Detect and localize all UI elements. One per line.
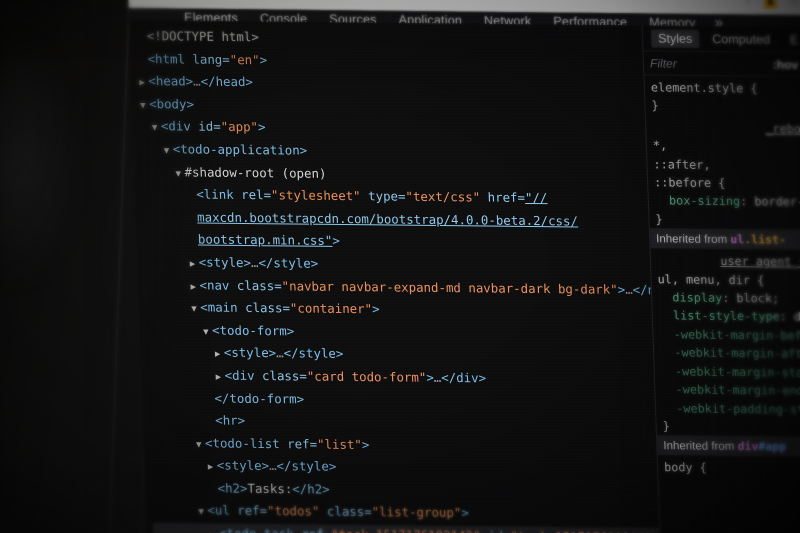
dom-tree-line-text: <todo-form> [211,322,295,339]
css-declaration[interactable]: -webkit-margin-before: 1em; [659,325,800,345]
styles-filter-input[interactable]: Filter [650,56,677,70]
dom-tree-line-text: maxcdn.bootstrapcdn.com/bootstrap/4.0.0-… [196,209,579,229]
inherited-from-header: Inherited from ul.list- [649,228,800,251]
css-property[interactable]: -webkit-margin-after [674,346,800,361]
css-selector[interactable]: ul, menu, dir { [657,270,800,290]
screen-glow [0,30,80,290]
css-declaration[interactable]: -webkit-margin-end: 0px; [661,380,800,400]
inherited-element[interactable]: div [737,439,758,453]
inherited-label: Inherited from [655,233,731,247]
dom-tree-line-text: <todo-list ref="list"> [204,435,370,452]
inherited-from-header: Inherited from div#app [657,435,800,458]
styles-filter-bar[interactable]: Filter :hov .cls [643,51,800,78]
dom-tree-line-text: </todo-form> [214,390,305,406]
css-value[interactable]: : block; [722,291,779,306]
css-rule[interactable]: _reboot.s *, ::after, ::before { box-sizi… [646,115,800,230]
css-property[interactable]: -webkit-margin-end [675,382,800,397]
styles-tab-bar[interactable]: Styles Computed E [642,25,800,54]
dom-tree-line-text: <todo-task ref="task-1517176192142" id="… [219,525,661,533]
css-rule[interactable]: element.style {} [644,75,800,117]
css-declaration[interactable]: display: block; [658,288,800,308]
css-property[interactable]: -webkit-padding-start [676,401,800,417]
css-declaration[interactable]: list-style-type: d [659,307,800,327]
css-selector[interactable]: element.style { [651,78,800,98]
css-rule-close: } [655,212,663,227]
styles-tab-e[interactable]: E [783,30,800,48]
dom-tree-line-text: <h2>Tasks:</h2> [217,480,330,497]
dom-tree-line-text: <style>…</style> [216,457,337,474]
dom-tree-line-text: <div class="card todo-form">…</div> [224,367,487,386]
dom-tree-line-text: <link rel="stylesheet" type="text/css" h… [196,186,548,206]
css-selector[interactable]: *, ::after, ::before { [653,137,800,194]
dom-tree-line-text: <body> [148,95,195,112]
styles-tab-computed[interactable]: Computed [705,30,777,49]
dom-tree-line-text: <div id="app"> [160,118,266,135]
dom-tree-line-text: <ul ref="todos" class="list-group"> [207,502,470,521]
dom-tree-line-text: <todo-application> [172,141,308,158]
styles-tab-styles[interactable]: Styles [650,28,700,48]
styles-toggles[interactable]: :hov .cls [773,57,800,72]
styles-panel[interactable]: Styles Computed E Filter :hov .cls element… [641,25,800,533]
dom-tree-line-text: <!DOCTYPE html> [146,28,260,45]
css-value[interactable]: : border-box; [740,195,800,210]
css-property[interactable]: display [672,290,722,305]
css-property[interactable]: list-style-type [673,309,780,324]
dom-tree-line-text: bootstrap.min.css"> [197,231,341,249]
dom-tree-line-text: <hr> [214,412,246,428]
inherited-class[interactable]: .list- [744,232,786,246]
inherited-label: Inherited from [663,440,738,454]
dom-tree-line-text: <nav class="navbar navbar-expand-md navb… [199,276,661,297]
css-value[interactable]: : d [779,310,800,324]
dom-tree-line-text: <head>…</head> [148,73,254,90]
cast-icon[interactable]: ❐ [786,0,799,9]
dom-tree-line-text: <style>…</style> [223,344,344,362]
monitor-photo: ☆ ■ ❐ Elements Console Sources Application N… [0,0,800,533]
hov-toggle-button[interactable]: :hov [773,57,799,71]
dom-tree-line-text: <style>…</style> [198,254,319,271]
css-rule[interactable]: user agent styleul, menu, dir { display:… [650,248,800,437]
css-property[interactable]: -webkit-margin-before [673,327,800,343]
bookmark-star-icon[interactable]: ☆ [742,0,755,9]
browser-window: ☆ ■ ❐ Elements Console Sources Application N… [128,0,800,533]
css-rule-source[interactable]: _reboot.s [652,118,800,138]
css-property[interactable]: box-sizing [669,194,741,209]
styles-rules-list[interactable]: element.style {} _reboot.s *, ::after, ::b… [644,75,800,478]
extension-icon[interactable]: ■ [763,0,778,9]
css-rule-close: } [651,98,659,113]
dom-tree-line-text: <html lang="en"> [147,50,268,67]
css-declaration[interactable]: -webkit-padding-start: 40px; [662,399,800,419]
css-declaration[interactable]: box-sizing: border-box; [655,192,800,212]
dom-tree-line-text: <main class="container"> [199,299,380,317]
css-declaration[interactable]: -webkit-margin-start: 0px; [660,362,800,382]
browser-toolbar-icons: ☆ ■ ❐ [742,0,800,9]
inherited-id[interactable]: #app [758,439,786,453]
css-declaration[interactable]: -webkit-margin-after: 1em; [660,344,800,364]
dom-tree-line-text: #shadow-root (open) [184,163,327,181]
css-rule[interactable]: body { [658,455,800,478]
css-property[interactable]: -webkit-margin-start [675,364,800,379]
css-rule-close: } [662,419,671,434]
css-rule-source[interactable]: user agent style [657,252,800,272]
css-selector[interactable]: body { [664,458,800,478]
dom-tree-panel[interactable]: <!DOCTYPE html> <html lang="en"> <head>…</… [129,19,661,533]
inherited-element[interactable]: ul [730,232,744,246]
